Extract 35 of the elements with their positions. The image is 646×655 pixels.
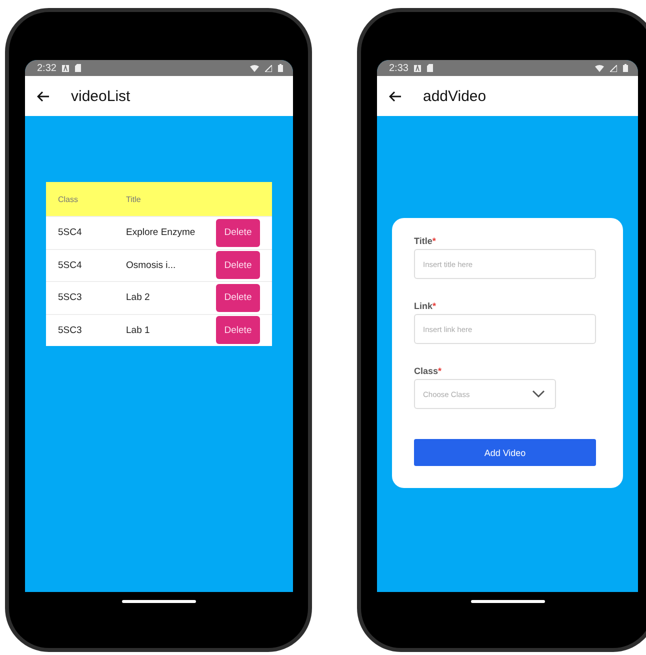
table-cell: 5SC4 [58,227,82,238]
battery-icon [623,64,628,72]
signal-icon [265,64,272,72]
table-cell: 5SC3 [58,324,82,336]
wifi-icon [250,64,259,72]
delete-button[interactable]: Delete [216,218,260,247]
battery-icon [278,64,283,72]
table-cell: Lab 1 [126,324,150,336]
sd-card-icon [75,64,82,72]
table-cell: 5SC3 [58,292,82,304]
table-cell: Lab 2 [126,292,150,304]
notification-a-icon [62,64,70,72]
screen-title: videoList [71,88,130,104]
field-label: Link* [414,301,436,311]
chevron-down-icon [532,390,545,398]
table-cell: Explore Enzyme [126,227,196,238]
notification-a-icon [414,64,422,72]
status-time: 2:32 [37,62,56,74]
field-label: Class* [414,366,442,376]
field-label: Title* [414,236,436,246]
back-arrow-icon[interactable] [389,90,401,102]
screen-title: addVideo [423,88,486,104]
delete-button[interactable]: Delete [216,251,260,280]
wifi-icon [595,64,604,72]
table-cell: 5SC4 [58,260,82,271]
signal-icon [610,64,617,72]
status-time: 2:33 [389,62,408,74]
column-header: Class [58,194,78,204]
add-video-button[interactable]: Add Video [414,439,596,466]
back-arrow-icon[interactable] [37,90,49,102]
delete-button[interactable]: Delete [216,284,260,312]
sd-card-icon [427,64,434,72]
column-header: Title [126,194,141,204]
table-cell: Osmosis i... [126,260,176,271]
delete-button[interactable]: Delete [216,316,260,344]
